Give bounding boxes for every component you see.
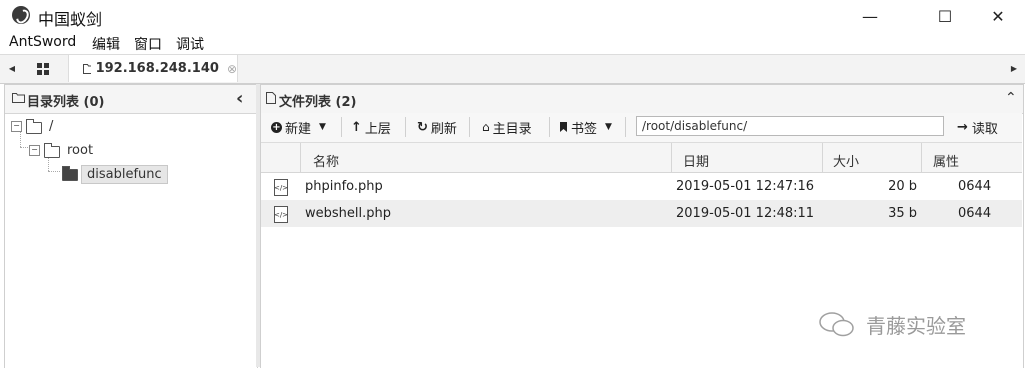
php-file-icon: </>: [274, 206, 288, 223]
close-button[interactable]: ✕: [975, 0, 1021, 32]
maximize-button[interactable]: ☐: [922, 0, 968, 32]
column-size[interactable]: 大小: [833, 151, 859, 170]
grid-icon: [37, 62, 49, 75]
tab-scroll-left-icon[interactable]: ◀: [6, 55, 18, 82]
table-row[interactable]: </> webshell.php 2019-05-01 12:48:11 35 …: [261, 200, 1022, 227]
tree-item-slash[interactable]: /: [49, 119, 53, 134]
bookmark-button[interactable]: 书签 ▼: [560, 117, 612, 137]
file-panel-header: 文件列表 (2) ⌃: [261, 85, 1023, 114]
refresh-button-label: 刷新: [430, 121, 457, 137]
wechat-icon: [818, 310, 856, 342]
bookmark-icon: [560, 122, 567, 132]
folder-open-icon: [62, 166, 78, 181]
file-panel-title: 文件列表 (2): [279, 95, 357, 110]
caret-down-icon: ▼: [605, 122, 612, 132]
window-title: 中国蚁剑: [38, 10, 103, 29]
column-separator: [921, 143, 922, 172]
folder-icon: [26, 119, 42, 134]
read-button-label: 读取: [971, 121, 998, 137]
tab-host[interactable]: 192.168.248.140 ⊗: [68, 55, 238, 82]
column-date[interactable]: 日期: [683, 151, 709, 170]
tab-close-icon[interactable]: ⊗: [227, 62, 237, 76]
app-logo-icon: [12, 6, 30, 24]
minimize-button[interactable]: —: [847, 0, 893, 32]
file-table-header: [261, 143, 1022, 173]
arrow-right-icon: →: [957, 119, 968, 135]
collapse-left-icon[interactable]: ‹: [236, 88, 243, 109]
new-button[interactable]: + 新建 ▼: [271, 117, 326, 137]
tree-item-root[interactable]: root: [67, 143, 93, 158]
new-button-label: 新建: [285, 121, 312, 137]
home-button[interactable]: ⌂ 主目录: [482, 117, 532, 137]
menu-antsword[interactable]: AntSword: [9, 34, 76, 50]
tree-line: [48, 171, 60, 173]
table-row[interactable]: </> phpinfo.php 2019-05-01 12:47:16 20 b…: [261, 173, 1022, 200]
toolbar-separator: [341, 117, 342, 137]
file-icon: [266, 92, 276, 104]
tree-toggle-root[interactable]: −: [11, 121, 22, 132]
column-separator: [300, 143, 301, 172]
file-name: phpinfo.php: [305, 179, 383, 194]
menu-debug[interactable]: 调试: [176, 34, 204, 54]
read-button[interactable]: → 读取: [957, 117, 998, 137]
tab-scroll-right-icon[interactable]: ▶: [1008, 55, 1020, 82]
column-attr[interactable]: 属性: [933, 151, 959, 170]
file-date: 2019-05-01 12:48:11: [676, 206, 815, 221]
tab-home-grid[interactable]: [24, 55, 62, 82]
home-icon: ⌂: [482, 120, 490, 134]
toolbar-separator: [549, 117, 550, 137]
tree-item-disablefunc[interactable]: disablefunc: [81, 165, 168, 184]
file-size: 35 b: [888, 206, 917, 221]
column-separator: [822, 143, 823, 172]
folder-icon: [44, 143, 60, 158]
watermark-text: 青藤实验室: [866, 314, 966, 338]
caret-down-icon: ▼: [319, 122, 326, 132]
up-button[interactable]: ↑ 上层: [351, 117, 391, 137]
up-button-label: 上层: [364, 121, 391, 137]
folder-icon: [83, 64, 91, 74]
toolbar-separator: [405, 117, 406, 137]
file-size: 20 b: [888, 179, 917, 194]
toolbar-separator: [625, 117, 626, 137]
refresh-icon: ↻: [417, 119, 428, 135]
folder-icon: [12, 93, 25, 103]
php-file-icon: </>: [274, 179, 288, 196]
directory-panel-header: 目录列表 (0) ‹: [5, 85, 257, 114]
bookmark-button-label: 书签: [571, 121, 598, 137]
file-date: 2019-05-01 12:47:16: [676, 179, 815, 194]
tab-host-label: 192.168.248.140: [95, 61, 219, 76]
path-input[interactable]: [636, 116, 944, 136]
directory-panel-title: 目录列表 (0): [27, 95, 105, 110]
home-button-label: 主目录: [492, 121, 532, 137]
file-name: webshell.php: [305, 206, 391, 221]
collapse-up-icon[interactable]: ⌃: [1005, 90, 1017, 106]
column-name[interactable]: 名称: [313, 151, 339, 170]
tree-line: [20, 131, 22, 147]
directory-panel: 目录列表 (0) ‹ − / − root disablefunc: [4, 84, 258, 368]
plus-circle-icon: +: [271, 121, 282, 133]
file-attr: 0644: [958, 206, 992, 221]
column-separator: [671, 143, 672, 172]
arrow-up-icon: ↑: [351, 119, 362, 135]
refresh-button[interactable]: ↻ 刷新: [417, 117, 457, 137]
menu-edit[interactable]: 编辑: [92, 34, 120, 54]
toolbar-separator: [469, 117, 470, 137]
menu-window[interactable]: 窗口: [134, 34, 162, 54]
file-attr: 0644: [958, 179, 992, 194]
tree-toggle-root-dir[interactable]: −: [29, 145, 40, 156]
